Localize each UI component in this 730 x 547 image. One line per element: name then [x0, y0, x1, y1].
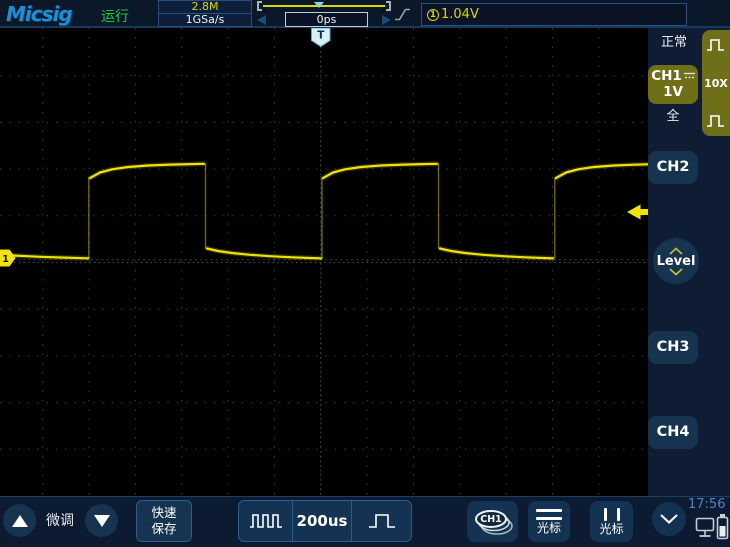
ch1-ground-marker[interactable]: 1: [0, 250, 16, 267]
h-cursor-icon: [536, 509, 562, 520]
trigger-level-arrow-icon[interactable]: [627, 205, 648, 220]
trigger-position-marker[interactable]: T: [312, 28, 331, 47]
level-label: Level: [657, 255, 696, 268]
window-position-marker-icon[interactable]: [314, 2, 324, 8]
monitor-icon: [695, 517, 716, 541]
horizontal-position-value[interactable]: 0ps: [285, 12, 368, 27]
top-status-bar: Micsig 运行 2.8M 1GSa/s 0ps 1 1.04V: [0, 0, 730, 28]
trigger-info-box[interactable]: 1 1.04V: [421, 3, 687, 26]
right-control-panel: 正常 10X CH1 1V 全 CH2: [648, 28, 730, 496]
h-cursor-label: 光标: [537, 522, 561, 535]
memory-position-bar[interactable]: [257, 1, 391, 12]
memory-bar-fill: [263, 5, 385, 7]
timebase-zoom-out-button[interactable]: [239, 501, 293, 541]
trigger-slope-rising-icon[interactable]: [394, 7, 411, 22]
ch1-label: CH1: [651, 68, 682, 84]
trigger-source-badge: 1: [427, 9, 439, 21]
acquisition-info-box: 2.8M 1GSa/s: [158, 0, 252, 27]
ch1-scale-value: 1V: [648, 84, 698, 100]
ch1-coupling-icon: [684, 72, 695, 80]
v-cursor-icon: [604, 508, 620, 521]
v-cursor-label: 光标: [599, 523, 623, 536]
ch1-bandwidth-label: 全: [648, 105, 698, 124]
single-pulse-icon: [367, 511, 397, 531]
ch3-button[interactable]: CH3: [648, 331, 698, 364]
graticule-grid: [0, 28, 648, 496]
ch2-button[interactable]: CH2: [648, 151, 698, 184]
trigger-level-button[interactable]: Level: [653, 238, 699, 284]
waveform-display-area: T 1: [0, 28, 648, 496]
pulse-icon: [706, 113, 726, 129]
timebase-control-group: 200us: [238, 500, 412, 542]
hposition-right-arrow-icon[interactable]: [382, 15, 391, 25]
memory-bar-left-cap: [257, 1, 262, 11]
up-triangle-icon: [12, 515, 28, 527]
ch4-button[interactable]: CH4: [648, 416, 698, 449]
down-triangle-icon: [94, 515, 110, 527]
horizontal-cursor-button[interactable]: 光标: [528, 501, 570, 542]
timebase-zoom-in-button[interactable]: [352, 501, 411, 541]
chevron-down-icon: [668, 268, 684, 276]
vertical-cursor-button[interactable]: 光标: [590, 501, 633, 542]
trigger-level-value: 1.04V: [441, 7, 479, 22]
oscilloscope-screen: Micsig 运行 2.8M 1GSa/s 0ps 1 1.04V: [0, 0, 730, 547]
hposition-left-arrow-icon[interactable]: [257, 15, 266, 25]
memory-bar-right-cap: [386, 1, 391, 11]
fine-adjust-label: 微调: [46, 510, 74, 530]
ch1-scale-button[interactable]: CH1 1V: [648, 65, 698, 104]
run-status-label: 运行: [101, 6, 129, 26]
channel-stack-icon: CH1: [470, 505, 516, 538]
adjust-down-button[interactable]: [85, 504, 118, 537]
quick-save-line1: 快速: [151, 505, 176, 521]
clock-time: 17:56: [688, 497, 725, 512]
svg-text:T: T: [317, 30, 325, 42]
sample-rate-value: 1GSa/s: [159, 14, 251, 26]
svg-text:1: 1: [2, 254, 9, 265]
timebase-value[interactable]: 200us: [293, 501, 352, 541]
bottom-toolbar: 微调 快速 保存 200us: [0, 496, 730, 547]
quick-save-line2: 保存: [151, 521, 176, 537]
scope-canvas: T 1: [0, 28, 648, 496]
quick-save-button[interactable]: 快速 保存: [136, 500, 192, 542]
adjust-up-button[interactable]: [3, 504, 36, 537]
probe-attenuation-label: 10X: [704, 77, 728, 90]
multi-pulse-icon: [248, 511, 284, 531]
probe-settings-tab[interactable]: 10X: [702, 30, 730, 136]
active-channel-button[interactable]: CH1: [467, 501, 518, 542]
chevron-down-icon: [658, 513, 680, 525]
brand-logo: Micsig: [6, 2, 72, 26]
pulse-icon: [706, 37, 726, 53]
collapse-menu-button[interactable]: [652, 502, 686, 536]
svg-text:CH1: CH1: [480, 514, 502, 525]
battery-icon: [716, 513, 729, 541]
trigger-mode-label: 正常: [648, 31, 700, 50]
